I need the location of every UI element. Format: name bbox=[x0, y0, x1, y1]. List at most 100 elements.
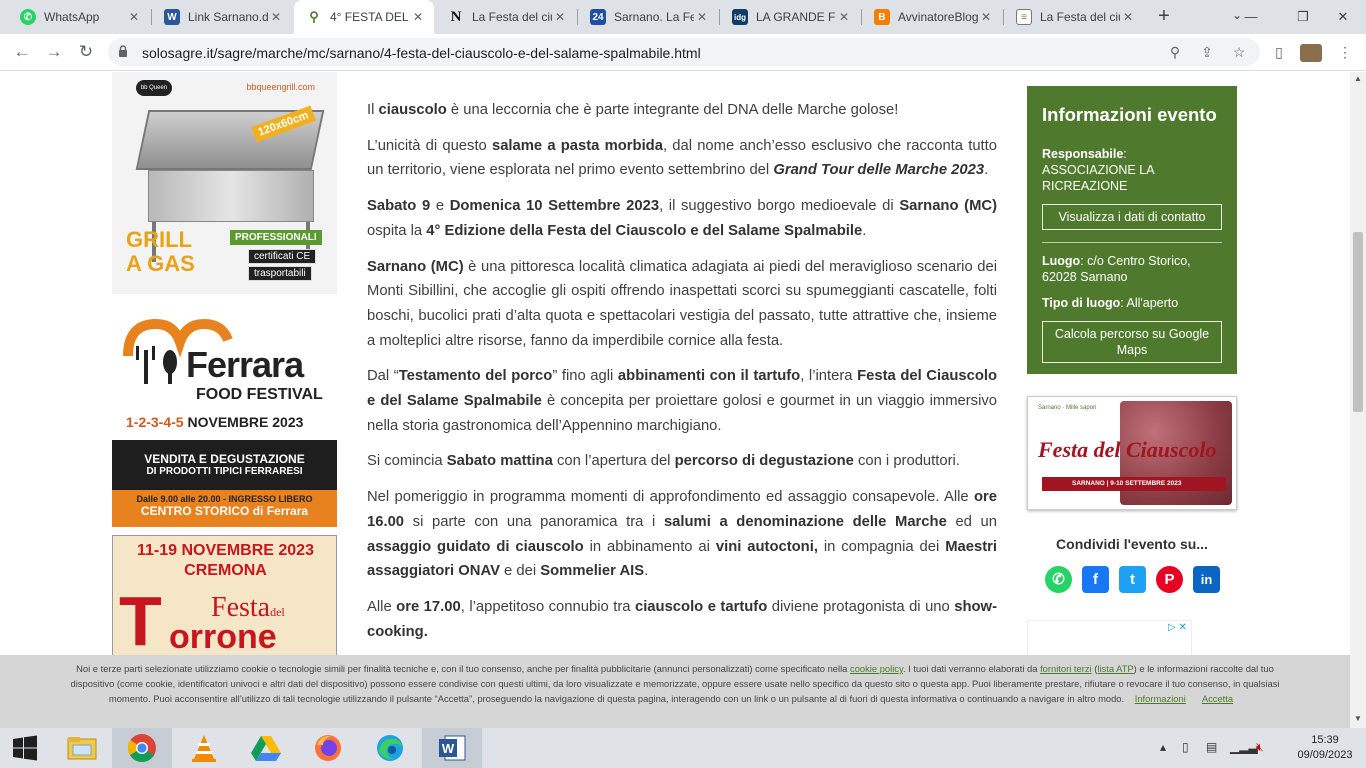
side-panel-icon[interactable]: ▯ bbox=[1270, 44, 1288, 62]
forward-icon[interactable]: → bbox=[42, 40, 66, 64]
minimize-button[interactable]: — bbox=[1228, 0, 1274, 34]
cremona-city: CREMONA bbox=[184, 562, 267, 579]
whatsapp-icon[interactable]: ✆ bbox=[1045, 566, 1072, 593]
article-body: Il ciauscolo è una leccornia che è parte… bbox=[367, 98, 997, 655]
tab-word-link[interactable]: W Link Sarnano.d ✕ bbox=[152, 0, 292, 34]
windows-taskbar: W ▴ ▯ ▤ ▁▂▃ 🔇︎ 15:39 09/09/2023 bbox=[0, 728, 1366, 768]
facebook-icon[interactable]: f bbox=[1082, 566, 1109, 593]
info-divider bbox=[1042, 242, 1222, 243]
ferrara-location: CENTRO STORICO di Ferrara bbox=[140, 504, 309, 518]
ferrara-hours: Dalle 9.00 alle 20.00 - INGRESSO LIBERO bbox=[136, 494, 313, 504]
close-icon[interactable]: ✕ bbox=[1120, 10, 1136, 24]
cookie-text-2: . I tuoi dati verranno elaborati da bbox=[902, 663, 1041, 674]
blogger-icon: B bbox=[874, 9, 890, 25]
share-icons: ✆ f t P in bbox=[1045, 566, 1220, 593]
ad-grill-banner[interactable]: bb Queen bbqueengrill.com 120x60cm GRILL… bbox=[112, 72, 337, 294]
tab-festa-ciauscolo[interactable]: N La Festa del ciu ✕ bbox=[436, 0, 576, 34]
taskbar-clock[interactable]: 15:39 09/09/2023 bbox=[1290, 733, 1360, 763]
reload-icon[interactable]: ↻ bbox=[74, 40, 98, 64]
close-icon[interactable]: ✕ bbox=[268, 10, 284, 24]
contact-details-button[interactable]: Visualizza i dati di contatto bbox=[1042, 204, 1222, 230]
share-page-icon[interactable]: ⇪ bbox=[1198, 43, 1216, 61]
taskbar-word[interactable]: W bbox=[422, 728, 482, 768]
taskbar-edge[interactable] bbox=[360, 728, 420, 768]
tab-festa-doc[interactable]: ≡ La Festa del ciu ✕ bbox=[1004, 0, 1144, 34]
cookie-text-1: Noi e terze parti selezionate utilizziam… bbox=[76, 663, 850, 674]
address-bar[interactable]: solosagre.it/sagre/marche/mc/sarnano/4-f… bbox=[108, 38, 1260, 66]
pinterest-icon[interactable]: P bbox=[1156, 566, 1183, 593]
info-luogo: Luogo: c/o Centro Storico, 62028 Sarnano bbox=[1042, 253, 1222, 285]
clock-date: 09/09/2023 bbox=[1297, 749, 1353, 761]
professionali-badge: PROFESSIONALI bbox=[230, 230, 322, 245]
url-text[interactable]: solosagre.it/sagre/marche/mc/sarnano/4-f… bbox=[142, 45, 701, 61]
zoom-icon[interactable]: ⚲ bbox=[1166, 43, 1184, 61]
tray-chevron-icon[interactable]: ▴ bbox=[1160, 740, 1166, 754]
close-window-button[interactable]: ✕ bbox=[1320, 0, 1366, 34]
close-icon[interactable]: ✕ bbox=[126, 10, 142, 24]
scroll-up-arrow-icon[interactable]: ▲ bbox=[1354, 74, 1362, 83]
bookmark-star-icon[interactable]: ☆ bbox=[1230, 43, 1248, 61]
twitter-icon[interactable]: t bbox=[1119, 566, 1146, 593]
info-responsabile: Responsabile: ASSOCIAZIONE LA RICREAZION… bbox=[1042, 146, 1222, 194]
lock-icon[interactable] bbox=[118, 45, 128, 58]
chrome-icon bbox=[128, 734, 156, 762]
adchoices-icon[interactable]: ▷ ✕ bbox=[1168, 622, 1187, 633]
close-icon[interactable]: ✕ bbox=[552, 10, 568, 24]
tab-festa-active[interactable]: ⚲ 4° FESTA DEL C ✕ bbox=[294, 0, 434, 34]
folder-icon bbox=[67, 737, 97, 760]
volume-muted-icon[interactable]: 🔇︎ bbox=[1256, 740, 1264, 755]
taskbar-file-explorer[interactable] bbox=[52, 728, 112, 768]
close-icon[interactable]: ✕ bbox=[978, 10, 994, 24]
profile-avatar[interactable] bbox=[1300, 44, 1322, 62]
close-icon[interactable]: ✕ bbox=[694, 10, 710, 24]
tab-avvinatore[interactable]: B AvvinatoreBlog ✕ bbox=[862, 0, 1002, 34]
cookie-accept-button[interactable]: Accetta bbox=[1202, 693, 1233, 704]
tab-title: AvvinatoreBlog bbox=[898, 10, 978, 24]
close-icon[interactable]: ✕ bbox=[410, 10, 426, 24]
cookie-policy-link[interactable]: cookie policy bbox=[850, 663, 903, 674]
new-tab-button[interactable]: + bbox=[1152, 5, 1176, 29]
tab-sarnano[interactable]: 24 Sarnano. La Fe ✕ bbox=[578, 0, 718, 34]
grill-line2: A GAS bbox=[126, 251, 195, 276]
ferrara-days: 1-2-3-4-5 bbox=[126, 414, 184, 430]
cookie-info-link[interactable]: Informazioni bbox=[1135, 693, 1186, 704]
article-paragraph-5: Dal “Testamento del porco” fino agli abb… bbox=[367, 368, 998, 434]
back-icon[interactable]: ← bbox=[10, 40, 34, 64]
taskbar-vlc[interactable] bbox=[174, 728, 234, 768]
tray-device-icon[interactable]: ▯ bbox=[1182, 740, 1189, 754]
network-signal-icon[interactable]: ▁▂▃ bbox=[1230, 740, 1258, 754]
ferrara-line-a: VENDITA E DEGUSTAZIONE bbox=[144, 452, 305, 466]
ad-cremona-torrone[interactable]: 11-19 NOVEMBRE 2023 CREMONA T Festadel o… bbox=[112, 535, 337, 655]
scroll-down-arrow-icon[interactable]: ▼ bbox=[1354, 714, 1362, 723]
24-icon: 24 bbox=[590, 9, 606, 25]
whatsapp-icon: ✆ bbox=[20, 9, 36, 25]
close-icon[interactable]: ✕ bbox=[836, 10, 852, 24]
taskbar-firefox[interactable] bbox=[298, 728, 358, 768]
menu-kebab-icon[interactable]: ⋮ bbox=[1336, 44, 1354, 62]
event-info-box: Informazioni evento Responsabile: ASSOCI… bbox=[1027, 86, 1237, 374]
ad-site-url: bbqueengrill.com bbox=[246, 82, 315, 92]
festa-ciauscolo-banner[interactable]: Sarnano · Mille sapori Festa del Ciausco… bbox=[1027, 396, 1237, 510]
ad-ferrara-food-festival[interactable]: Ferrara FOOD FESTIVAL 1-2-3-4-5 NOVEMBRE… bbox=[112, 302, 337, 527]
article-paragraph-1: Il ciauscolo è una leccornia che è parte… bbox=[367, 102, 899, 118]
n-icon: N bbox=[450, 8, 462, 25]
tab-whatsapp[interactable]: ✆ WhatsApp ✕ bbox=[8, 0, 150, 34]
ferrara-month: NOVEMBRE 2023 bbox=[187, 414, 304, 430]
linkedin-icon[interactable]: in bbox=[1193, 566, 1220, 593]
lista-atp-link[interactable]: lista ATP bbox=[1097, 663, 1133, 674]
article-paragraph-4: Sarnano (MC) è una pittoresca località c… bbox=[367, 258, 997, 349]
fornitori-terzi-link[interactable]: fornitori terzi bbox=[1040, 663, 1092, 674]
start-button[interactable] bbox=[0, 728, 50, 768]
taskbar-google-drive[interactable] bbox=[236, 728, 296, 768]
article-paragraph-8: Alle ore 17.00, l’appetitoso connubio tr… bbox=[367, 598, 997, 640]
tab-title: Link Sarnano.d bbox=[188, 10, 268, 24]
google-maps-route-button[interactable]: Calcola percorso su Google Maps bbox=[1042, 321, 1222, 363]
doc-icon: ≡ bbox=[1016, 9, 1032, 25]
page-scrollbar[interactable]: ▲ ▼ bbox=[1350, 72, 1366, 728]
tab-grande-festa[interactable]: idg LA GRANDE FE ✕ bbox=[720, 0, 860, 34]
tab-title: LA GRANDE FE bbox=[756, 10, 836, 24]
taskbar-chrome[interactable] bbox=[112, 728, 172, 768]
tray-keyboard-icon[interactable]: ▤ bbox=[1206, 740, 1217, 754]
tab-strip: ✆ WhatsApp ✕ W Link Sarnano.d ✕ ⚲ 4° FES… bbox=[0, 0, 1366, 34]
scroll-thumb[interactable] bbox=[1353, 232, 1363, 412]
